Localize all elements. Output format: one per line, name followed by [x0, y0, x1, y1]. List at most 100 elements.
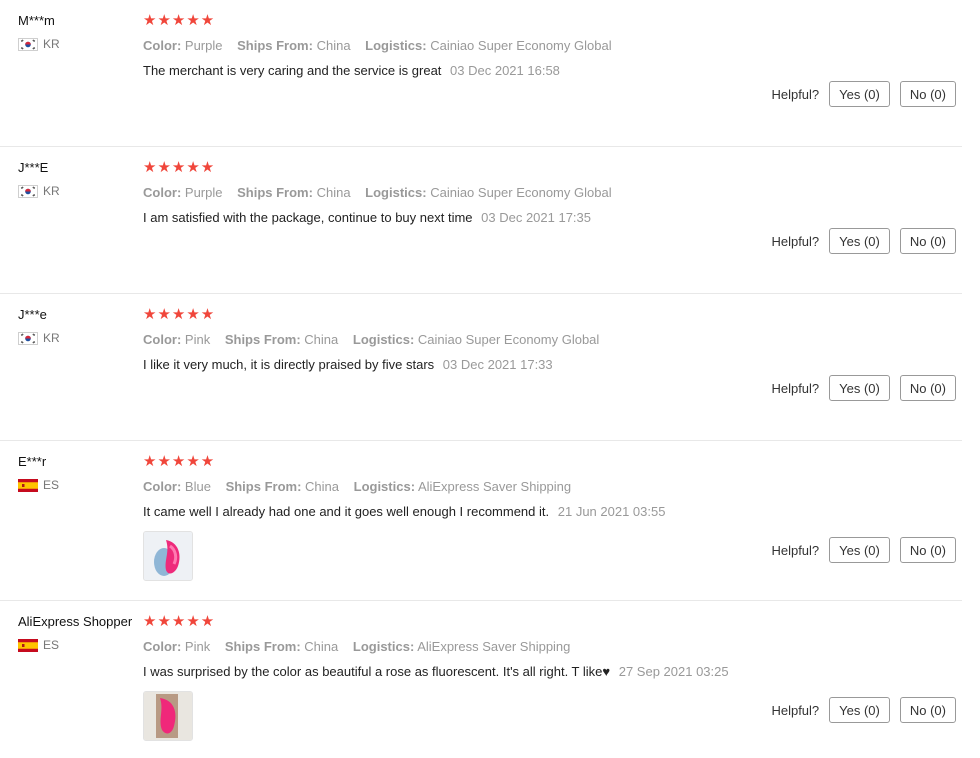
- review-text-line: It came well I already had one and it go…: [143, 503, 962, 521]
- south-korea-flag-icon: [18, 37, 38, 51]
- country-code: KR: [43, 331, 60, 345]
- helpful-votes: Helpful? Yes (0) No (0): [771, 375, 956, 401]
- ships-from-label: Ships From:: [224, 639, 301, 654]
- helpful-yes-button[interactable]: Yes (0): [829, 375, 890, 401]
- reviewer-info: E***r ES: [18, 453, 143, 492]
- color-value: Purple: [184, 185, 223, 200]
- ships-from-value: China: [316, 38, 351, 53]
- country-code: ES: [43, 638, 60, 652]
- review-text: It came well I already had one and it go…: [143, 504, 550, 519]
- reviewer-info: M***m KR: [18, 12, 143, 51]
- photo-image: [144, 692, 192, 740]
- review-attributes: Color: Pink Ships From: China Logistics:…: [143, 638, 962, 656]
- review-text: I was surprised by the color as beautifu…: [143, 664, 611, 679]
- review-text: The merchant is very caring and the serv…: [143, 63, 442, 78]
- country-code: KR: [43, 37, 60, 51]
- helpful-label: Helpful?: [771, 233, 820, 249]
- helpful-votes: Helpful? Yes (0) No (0): [771, 81, 956, 107]
- reviewer-country: KR: [18, 37, 143, 51]
- reviewer-name: E***r: [18, 454, 47, 469]
- logistics-label: Logistics:: [365, 185, 427, 200]
- review-item: J***E KR ★★★★★ Color: Purple Ships From:…: [0, 147, 962, 294]
- color-value: Pink: [184, 332, 211, 347]
- star-rating: ★★★★★: [143, 613, 216, 630]
- spain-flag-icon: [18, 478, 38, 492]
- ships-from-label: Ships From:: [224, 332, 301, 347]
- helpful-no-button[interactable]: No (0): [899, 81, 956, 107]
- star-rating: ★★★★★: [143, 159, 216, 176]
- south-korea-flag-icon: [18, 184, 38, 198]
- ships-from-value: China: [304, 332, 339, 347]
- ships-from-value: China: [305, 479, 339, 494]
- spain-flag-icon: [18, 638, 38, 652]
- review-item: E***r ES ★★★★★ Color: Blue Ships From: C…: [0, 441, 962, 601]
- color-value: Purple: [184, 38, 223, 53]
- review-photo-thumbnail[interactable]: [143, 531, 193, 581]
- star-rating: ★★★★★: [143, 12, 216, 29]
- helpful-yes-button[interactable]: Yes (0): [829, 697, 890, 723]
- helpful-yes-button[interactable]: Yes (0): [829, 81, 890, 107]
- logistics-label: Logistics:: [365, 38, 427, 53]
- helpful-yes-button[interactable]: Yes (0): [829, 537, 890, 563]
- helpful-no-button[interactable]: No (0): [899, 697, 956, 723]
- review-text: I like it very much, it is directly prai…: [143, 357, 435, 372]
- logistics-value: Cainiao Super Economy Global: [430, 185, 612, 200]
- south-korea-flag-icon: [18, 331, 38, 345]
- review-attributes: Color: Pink Ships From: China Logistics:…: [143, 331, 962, 349]
- reviewer-info: AliExpress Shopper ES: [18, 613, 143, 652]
- helpful-no-button[interactable]: No (0): [899, 228, 956, 254]
- reviewer-name: AliExpress Shopper: [18, 614, 133, 629]
- logistics-label: Logistics:: [352, 332, 415, 347]
- reviewer-name: J***e: [18, 307, 47, 322]
- reviewer-country: KR: [18, 184, 143, 198]
- helpful-votes: Helpful? Yes (0) No (0): [771, 697, 956, 723]
- reviewer-country: ES: [18, 638, 143, 652]
- ships-from-label: Ships From:: [237, 38, 313, 53]
- logistics-label: Logistics:: [353, 479, 416, 494]
- reviewer-info: J***E KR: [18, 159, 143, 198]
- country-code: ES: [43, 478, 60, 492]
- review-attributes: Color: Blue Ships From: China Logistics:…: [143, 478, 962, 496]
- review-body: ★★★★★ Color: Pink Ships From: China Logi…: [143, 307, 962, 374]
- helpful-label: Helpful?: [771, 380, 820, 396]
- reviewer-info: J***e KR: [18, 306, 143, 345]
- review-text-line: The merchant is very caring and the serv…: [143, 62, 962, 80]
- ships-from-value: China: [316, 185, 351, 200]
- review-date: 03 Dec 2021 17:35: [481, 210, 592, 225]
- star-rating: ★★★★★: [143, 453, 216, 470]
- review-date: 03 Dec 2021 16:58: [450, 63, 560, 78]
- star-rating: ★★★★★: [143, 306, 216, 323]
- helpful-label: Helpful?: [771, 86, 820, 102]
- review-item: AliExpress Shopper ES ★★★★★ Color: Pink …: [0, 601, 962, 758]
- review-text: I am satisfied with the package, continu…: [143, 210, 473, 225]
- helpful-yes-button[interactable]: Yes (0): [829, 228, 890, 254]
- review-text-line: I was surprised by the color as beautifu…: [143, 663, 962, 681]
- reviewer-name: J***E: [18, 160, 49, 175]
- country-code: KR: [43, 184, 60, 198]
- color-label: Color:: [143, 639, 182, 654]
- helpful-votes: Helpful? Yes (0) No (0): [771, 228, 956, 254]
- review-photo-thumbnail[interactable]: [143, 691, 193, 741]
- helpful-no-button[interactable]: No (0): [899, 375, 956, 401]
- review-text-line: I like it very much, it is directly prai…: [143, 356, 962, 374]
- logistics-value: AliExpress Saver Shipping: [417, 479, 572, 494]
- color-label: Color:: [143, 38, 182, 53]
- reviews-list: M***m KR ★★★★★ Color: Purple Ships From:…: [0, 0, 980, 758]
- logistics-value: Cainiao Super Economy Global: [430, 38, 612, 53]
- reviewer-country: ES: [18, 478, 143, 492]
- color-value: Blue: [184, 479, 211, 494]
- reviewer-country: KR: [18, 331, 143, 345]
- logistics-label: Logistics:: [352, 639, 415, 654]
- helpful-label: Helpful?: [771, 702, 820, 718]
- review-item: M***m KR ★★★★★ Color: Purple Ships From:…: [0, 0, 962, 147]
- review-date: 27 Sep 2021 03:25: [618, 664, 729, 679]
- review-attributes: Color: Purple Ships From: China Logistic…: [143, 184, 962, 202]
- ships-from-value: China: [304, 639, 339, 654]
- helpful-no-button[interactable]: No (0): [899, 537, 956, 563]
- reviewer-name: M***m: [18, 13, 55, 28]
- review-body: ★★★★★ Color: Purple Ships From: China Lo…: [143, 13, 962, 80]
- review-date: 03 Dec 2021 17:33: [442, 357, 553, 372]
- ships-from-label: Ships From:: [237, 185, 313, 200]
- review-item: J***e KR ★★★★★ Color: Pink Ships From: C…: [0, 294, 962, 441]
- review-attributes: Color: Purple Ships From: China Logistic…: [143, 37, 962, 55]
